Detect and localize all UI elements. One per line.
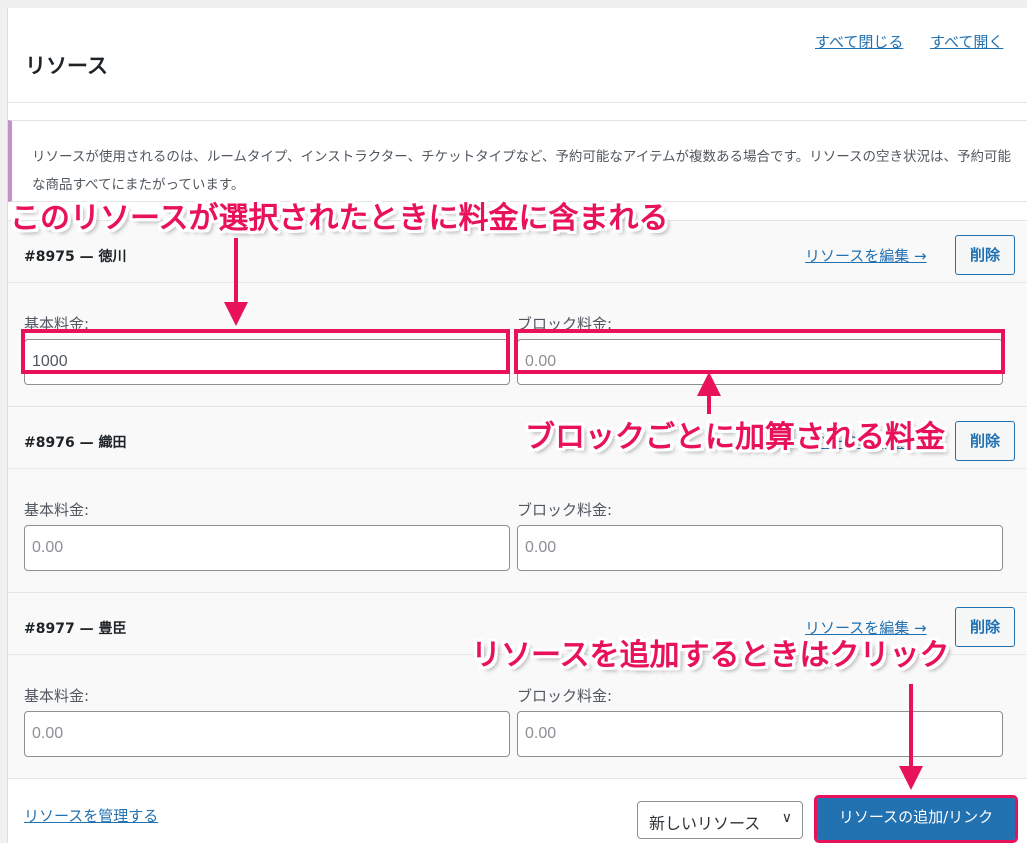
base-fee-highlight [21,329,510,374]
block-fee-label: ブロック料金: [517,687,613,705]
delete-button[interactable]: 削除 [955,607,1015,647]
resource-title: #8975 — 徳川 [24,249,127,265]
manage-resources-link[interactable]: リソースを管理する [24,805,158,826]
resource-title: #8976 — 織田 [24,435,127,451]
base-fee-callout: このリソースが選択されたときに料金に含まれる [10,201,669,236]
collapse-all-link[interactable]: すべて閉じる [815,31,903,52]
delete-button[interactable]: 削除 [955,235,1015,275]
block-fee-highlight [514,329,1005,374]
info-notice: リソースが使用されるのは、ルームタイプ、インストラクター、チケットタイプなど、予… [8,120,1027,202]
top-strip [0,0,1027,8]
panel-footer: リソースを管理する 新しいリソース ∨ リソースの追加/リンク [8,778,1027,843]
add-link-resource-button[interactable]: リソースの追加/リンク [814,795,1018,843]
delete-button[interactable]: 削除 [955,421,1015,461]
chevron-down-icon: ∨ [781,810,792,826]
resource-item: #8977 — 豊臣 リソースを編集 → 削除 基本料金: ブロック料金: [8,592,1027,778]
notice-text: リソースが使用されるのは、ルームタイプ、インストラクター、チケットタイプなど、予… [32,149,1012,193]
resource-select[interactable]: 新しいリソース ∨ [637,801,803,839]
base-fee-input[interactable] [24,711,510,757]
resource-item: #8975 — 徳川 リソースを編集 → 削除 基本料金: ブロック料金: [8,220,1027,406]
resource-select-value: 新しいリソース [649,814,761,833]
resource-title: #8977 — 豊臣 [24,621,127,637]
base-fee-label: 基本料金: [24,501,90,519]
base-fee-label: 基本料金: [24,687,90,705]
block-fee-input[interactable] [517,525,1003,571]
edit-resource-link[interactable]: リソースを編集 → [805,245,927,266]
block-fee-callout: ブロックごとに加算される料金 [525,420,945,455]
panel-title: リソース [25,54,108,78]
add-click-callout: リソースを追加するときはクリック [471,638,950,673]
base-fee-input[interactable] [24,525,510,571]
block-fee-input[interactable] [517,711,1003,757]
block-fee-label: ブロック料金: [517,501,613,519]
expand-all-link[interactable]: すべて開く [930,31,1003,52]
divider [8,102,1027,103]
